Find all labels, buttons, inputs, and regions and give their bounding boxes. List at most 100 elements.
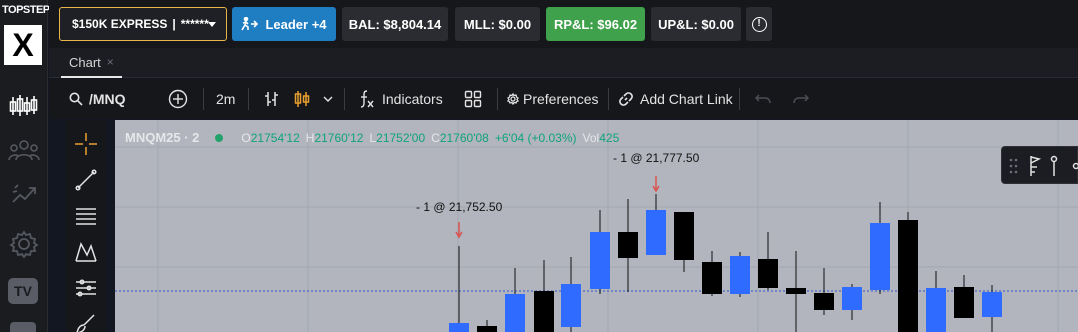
settings-gear-icon[interactable]: [6, 228, 42, 260]
walking-person-icon: [241, 17, 259, 31]
legend-close-value: 21760'08: [439, 130, 489, 145]
legend-low-label: L: [369, 130, 377, 145]
realized-pnl-badge: RP&L: $96.02: [546, 7, 645, 41]
layout-button[interactable]: [464, 79, 482, 119]
toolbar-divider: [203, 88, 204, 110]
add-chart-link-button[interactable]: Add Chart Link: [618, 79, 733, 119]
legend-high-value: 21760'12: [314, 130, 364, 145]
toolbar-divider: [739, 88, 740, 110]
bars-style-button[interactable]: [263, 79, 281, 119]
floating-drawing-toolbar[interactable]: [1001, 146, 1078, 184]
chart-canvas[interactable]: [115, 120, 1078, 332]
rpl-text: RP&L: $96.02: [553, 16, 638, 32]
upl-text: UP&L: $0.00: [658, 16, 734, 32]
compare-symbol-button[interactable]: [168, 79, 188, 119]
chart-toolbar: /MNQ 2m Indicators Preferences Add Chart…: [49, 79, 1078, 119]
search-icon: [69, 92, 83, 106]
candles-style-button[interactable]: [293, 79, 311, 119]
candle-down: [898, 220, 918, 332]
left-rail: TOPSTEP X TV: [0, 0, 50, 332]
logo-text: TOPSTEP: [2, 4, 50, 16]
candle-down: [618, 232, 638, 258]
tradingview-icon[interactable]: TV: [8, 278, 38, 304]
tab-chart[interactable]: Chart ×: [61, 48, 122, 78]
community-icon[interactable]: [6, 134, 42, 166]
candle-up: [505, 294, 525, 332]
trade-marker-label: - 1 @ 21,752.50: [416, 200, 503, 214]
legend-open-label: O: [241, 130, 251, 145]
account-name: $150K EXPRESS: [72, 17, 168, 31]
account-separator: |: [172, 17, 176, 31]
analytics-icon[interactable]: [6, 178, 42, 210]
mll-badge: MLL: $0.00: [455, 7, 540, 41]
flag-icon: [1030, 156, 1042, 176]
pin-icon: [1050, 155, 1058, 176]
info-button[interactable]: !: [746, 7, 772, 41]
candles-nav-icon[interactable]: [6, 90, 42, 122]
toolbar-divider: [344, 88, 345, 110]
symbol-text: /MNQ: [89, 91, 126, 107]
candle-down: [477, 326, 497, 332]
unrealized-pnl-badge: UP&L: $0.00: [651, 7, 741, 41]
candle-down: [758, 259, 778, 288]
legend-volume-value: 425: [599, 130, 620, 145]
gear-icon: [507, 93, 519, 105]
info-icon: !: [751, 16, 767, 32]
close-icon[interactable]: ×: [107, 55, 114, 69]
interval-text: 2m: [216, 91, 236, 107]
candle-down: [786, 288, 806, 294]
candle-up: [646, 210, 666, 255]
account-selector[interactable]: $150K EXPRESS | ******: [59, 7, 227, 41]
indicators-button[interactable]: Indicators: [358, 79, 443, 119]
legend-close-label: C: [431, 130, 440, 145]
leader-button[interactable]: Leader +4: [232, 7, 336, 41]
indicators-label: Indicators: [382, 91, 443, 107]
trend-line-tool-icon[interactable]: [72, 166, 100, 194]
add-chart-link-label: Add Chart Link: [640, 91, 733, 107]
candle-up: [870, 223, 890, 290]
symbol-search[interactable]: /MNQ: [69, 79, 126, 119]
ohlc-bars-icon: [265, 92, 278, 106]
more-icon: [1072, 162, 1078, 170]
logo-mark: X: [4, 25, 42, 65]
leader-label: Leader +4: [265, 16, 327, 32]
toolbar-divider: [608, 88, 609, 110]
candle-down: [702, 262, 722, 294]
drag-handle-icon: [1009, 158, 1018, 174]
candle-up: [730, 256, 750, 294]
candle-up: [842, 287, 862, 310]
crosshair-tool-icon[interactable]: [72, 130, 100, 158]
chevron-down-icon: [323, 96, 333, 102]
chevron-down-icon: [208, 22, 216, 27]
legend-high-label: H: [305, 130, 315, 145]
redo-button[interactable]: [793, 79, 809, 119]
rail-extra-icon[interactable]: [10, 322, 36, 332]
brush-tool-icon[interactable]: [72, 310, 100, 332]
preferences-button[interactable]: Preferences: [507, 79, 598, 119]
undo-icon: [755, 94, 771, 104]
topstep-logo[interactable]: TOPSTEP X: [2, 4, 50, 68]
measure-tool-icon[interactable]: [72, 274, 100, 302]
legend-change: +6'04 (+0.03%): [494, 130, 577, 145]
interval-button[interactable]: 2m: [216, 79, 235, 119]
price-chart[interactable]: MNQM25 · 2 O 21754'12 H 21760'12 L 21752'00…: [115, 120, 1078, 332]
candle-up: [926, 288, 946, 332]
account-masked-id: ******: [180, 17, 209, 31]
balance-badge: BAL: $8,804.14: [342, 7, 448, 41]
candle-down: [954, 287, 974, 318]
candle-up: [561, 284, 581, 327]
fib-lines-tool-icon[interactable]: [72, 202, 100, 230]
legend-low-value: 21752'00: [376, 130, 426, 145]
chart-type-dropdown[interactable]: [323, 79, 333, 119]
candle-down: [534, 291, 554, 332]
market-status-icon: [215, 133, 224, 142]
redo-icon: [793, 94, 809, 104]
undo-button[interactable]: [755, 79, 771, 119]
toolbar-divider: [248, 88, 249, 110]
chart-legend: MNQM25 · 2 O 21754'12 H 21760'12 L 21752'00…: [125, 130, 619, 145]
mll-text: MLL: $0.00: [463, 16, 532, 32]
candle-up: [590, 232, 610, 289]
balance-text: BAL: $8,804.14: [348, 16, 442, 32]
candle-down: [814, 293, 834, 310]
pattern-tool-icon[interactable]: [72, 238, 100, 266]
